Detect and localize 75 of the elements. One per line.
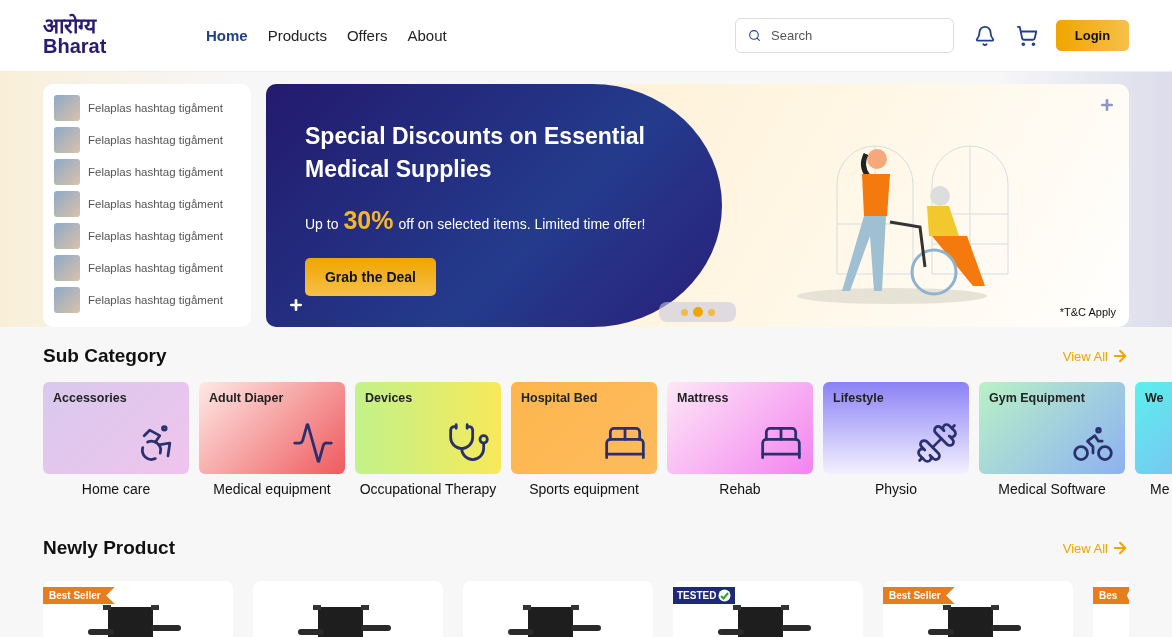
category-card[interactable]: We	[1135, 382, 1172, 474]
best-seller-badge: Best Seller	[883, 587, 955, 604]
search-field[interactable]: Search	[735, 18, 954, 53]
category-card[interactable]: Accessories	[43, 382, 189, 474]
nav-link[interactable]: About	[407, 27, 447, 44]
carousel-dot[interactable]	[707, 308, 715, 316]
list-item-text[interactable]: Felaplas hashtag tigåment	[88, 294, 223, 306]
search-icon	[748, 29, 761, 42]
category-card-title: Lifestyle	[833, 391, 885, 405]
category-card[interactable]: Lifestyle	[823, 382, 969, 474]
offer-text: Up to	[305, 216, 339, 232]
nav-link[interactable]: Offers	[346, 27, 388, 44]
login-button[interactable]: Login	[1056, 20, 1129, 51]
photo-placeholder	[54, 191, 80, 217]
category-card[interactable]: Adult Diaper	[199, 382, 345, 474]
photo-placeholder	[54, 255, 80, 281]
nav-link[interactable]: Products	[267, 27, 327, 44]
category-card[interactable]: Devices	[355, 382, 501, 474]
carousel-dot[interactable]	[680, 308, 688, 316]
discount-text: 30%	[343, 206, 394, 235]
category-card-title: Adult Diaper	[209, 391, 285, 405]
category-label: Medical Software	[998, 481, 1106, 497]
category-card[interactable]: Gym Equipment	[979, 382, 1125, 474]
banner-title: Special Discounts on Essential Medical Supplies	[305, 122, 646, 184]
list-item-text[interactable]: Felaplas hashtag tigåment	[88, 166, 223, 178]
arrow-right-icon	[1111, 347, 1129, 365]
category-card[interactable]: Hospital Bed	[511, 382, 657, 474]
offer-text: off on selected items. Limited time offer!	[398, 216, 646, 232]
photo-placeholder	[54, 127, 80, 153]
list-item-text[interactable]: Felaplas hashtag tigåment	[88, 262, 223, 274]
category-label: Home care	[81, 481, 151, 497]
deal-button[interactable]: Grab the Deal	[305, 258, 436, 296]
section-title: Sub Category	[43, 345, 167, 367]
category-icon	[915, 421, 959, 465]
list-item-text[interactable]: Felaplas hashtag tigåment	[88, 134, 223, 146]
nav-link[interactable]: Home	[206, 27, 248, 44]
category-label: Medical equipment	[213, 481, 331, 497]
check-icon	[718, 589, 732, 602]
photo-placeholder	[54, 159, 80, 185]
photo-placeholder	[54, 287, 80, 313]
best-seller-badge: Best Seller	[43, 587, 115, 604]
cart-button[interactable]	[1016, 24, 1038, 47]
category-icon	[291, 421, 335, 465]
category-card-title: Hospital Bed	[521, 391, 599, 405]
section-title: Newly Product	[43, 537, 175, 559]
category-label: Occupational Therapy	[359, 481, 497, 497]
list-item-text[interactable]: Felaplas hashtag tigåment	[88, 102, 223, 114]
category-label: Physio	[875, 481, 917, 497]
plus-icon	[288, 297, 304, 313]
plus-icon	[1099, 97, 1115, 113]
category-card-title: Mattress	[677, 391, 730, 405]
category-card-title: Accessories	[53, 391, 128, 405]
tested-badge: TESTED	[673, 587, 736, 604]
product-card[interactable]	[253, 581, 443, 637]
category-label: Rehab	[719, 481, 761, 497]
best-seller-badge: Bes	[1093, 587, 1129, 604]
list-item-text[interactable]: Felaplas hashtag tigåment	[88, 230, 223, 242]
photo-placeholder	[54, 223, 80, 249]
arrow-right-icon	[1111, 539, 1129, 557]
category-card[interactable]: Mattress	[667, 382, 813, 474]
category-card-title: Devices	[365, 391, 414, 405]
product-card[interactable]	[463, 581, 653, 637]
photo-placeholder	[54, 95, 80, 121]
category-card-title: Gym Equipment	[989, 391, 1086, 405]
category-card-title: We	[1145, 391, 1165, 405]
search-input[interactable]: Search	[769, 27, 919, 44]
terms-note: *T&C Apply	[1059, 306, 1116, 318]
category-label: Me	[1149, 481, 1170, 497]
list-item-text[interactable]: Felaplas hashtag tigåment	[88, 198, 223, 210]
logo-text: आरोग्य	[43, 15, 98, 36]
product-card[interactable]: TESTED	[673, 581, 863, 637]
category-label: Sports equipment	[529, 481, 639, 497]
carousel-dot[interactable]	[692, 307, 703, 317]
logo-text: Bharat	[43, 36, 108, 56]
notification-button[interactable]	[974, 24, 996, 47]
